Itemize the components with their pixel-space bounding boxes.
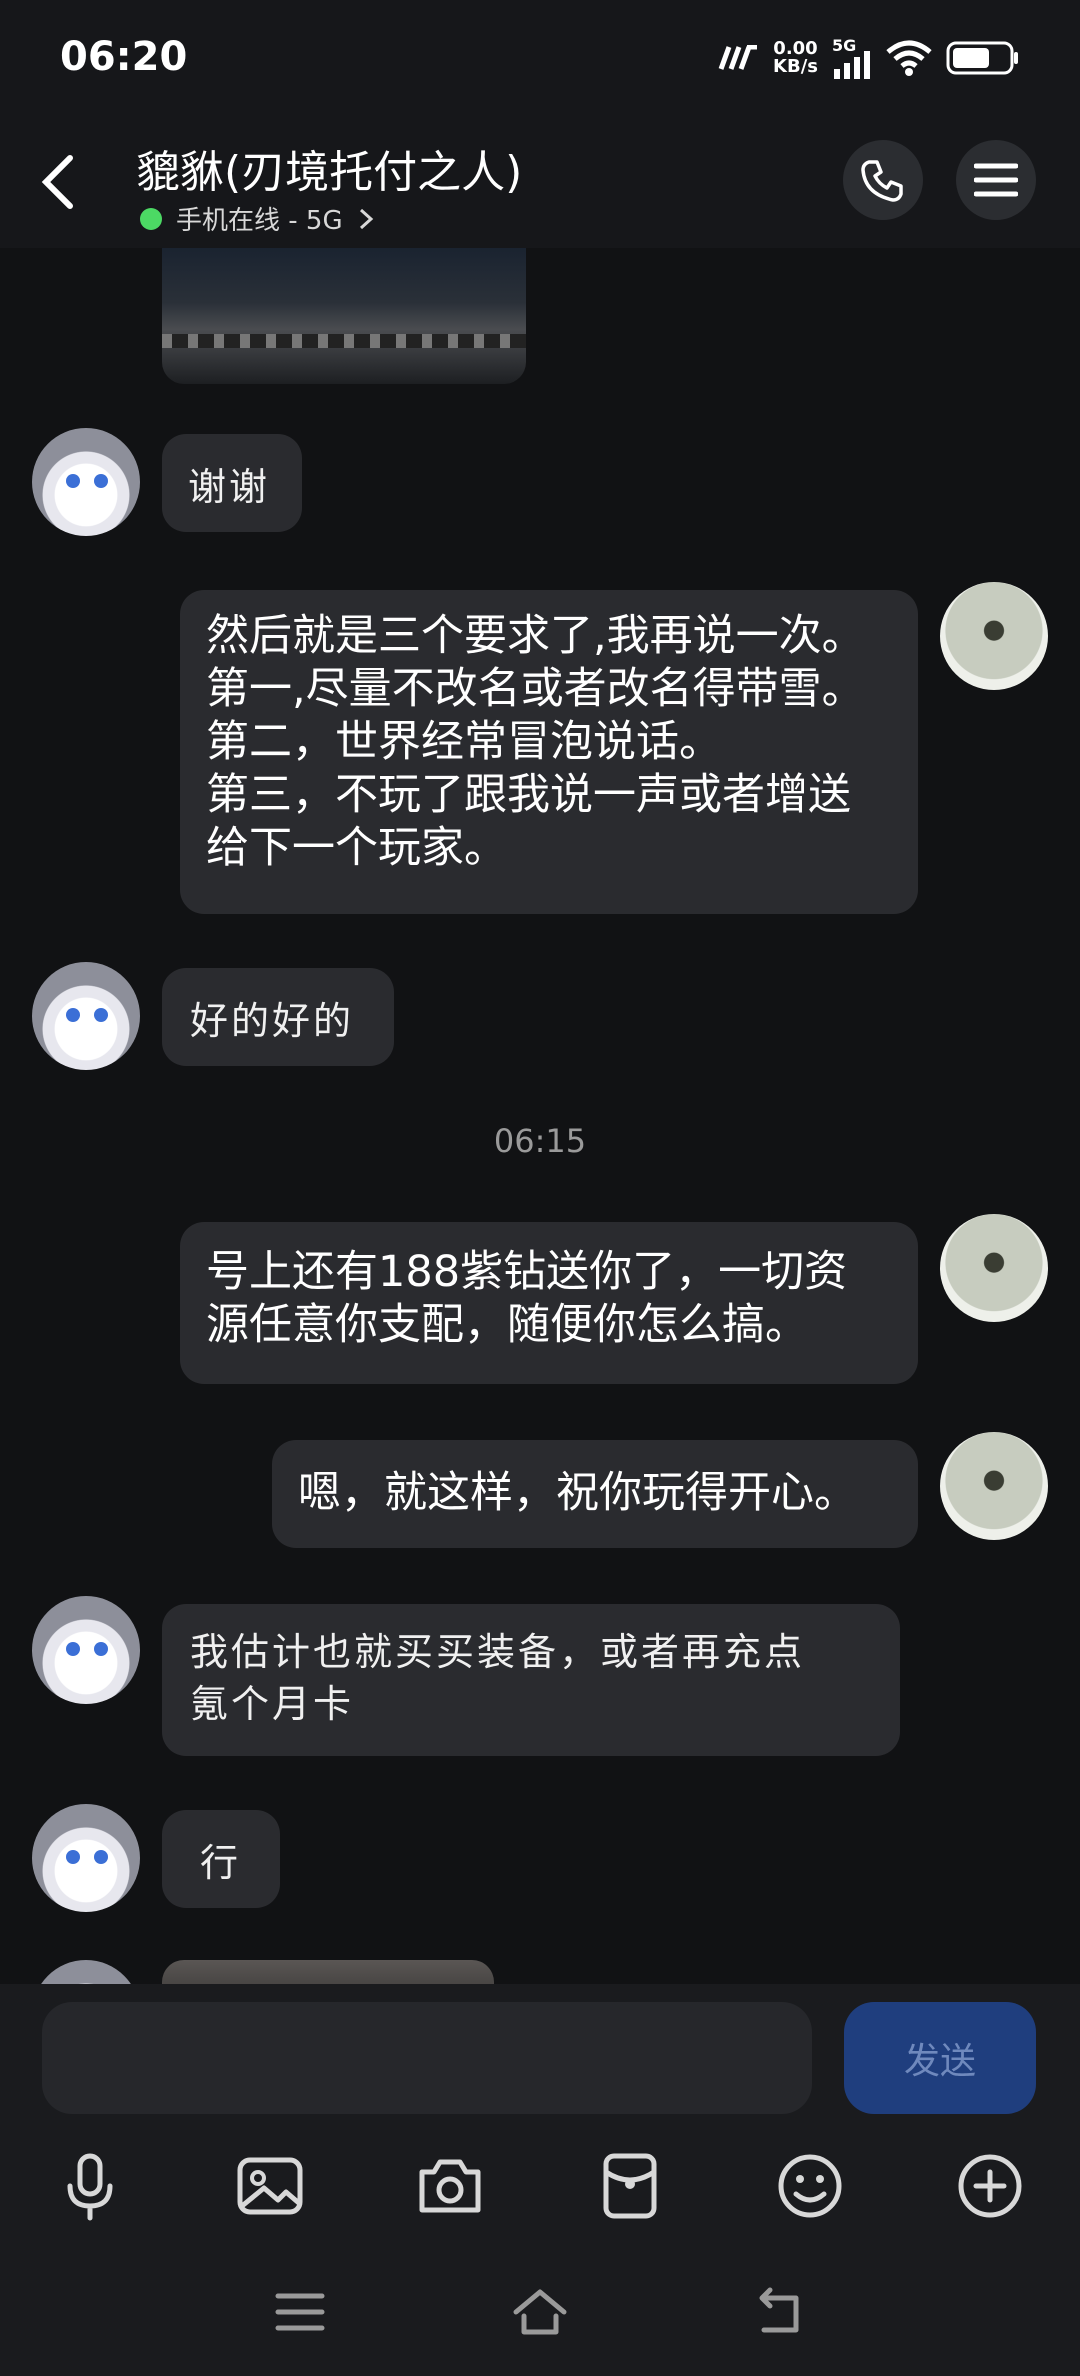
- message-line: 氪个月卡: [190, 1682, 355, 1726]
- message-line: 我估计也就买买装备，或者再充点: [190, 1630, 806, 1674]
- contact-name[interactable]: 貔貅(刃境托付之人): [136, 136, 522, 200]
- contact-avatar[interactable]: [32, 1596, 140, 1704]
- online-status[interactable]: 手机在线 - 5G: [140, 200, 375, 237]
- contact-avatar[interactable]: [32, 962, 140, 1070]
- wifi-icon: [886, 40, 932, 76]
- red-packet-icon[interactable]: [594, 2150, 666, 2222]
- image-message-partial[interactable]: [162, 1960, 494, 1984]
- nav-menu-icon[interactable]: [272, 2286, 328, 2338]
- message-bubble[interactable]: 好的好的: [162, 968, 394, 1066]
- battery-icon: [946, 41, 1018, 74]
- message-line: 然后就是三个要求了,我再说一次。: [206, 611, 865, 661]
- online-dot: [140, 207, 162, 230]
- message-input[interactable]: [42, 2002, 812, 2114]
- message-text: 行: [200, 1841, 242, 1885]
- data-indicator-icon: [718, 44, 758, 70]
- message-bubble[interactable]: 然后就是三个要求了,我再说一次。 第一,尽量不改名或者改名得带雪。 第二，世界经…: [180, 590, 918, 914]
- signal-group: 5G: [832, 36, 872, 79]
- message-bubble[interactable]: 号上还有188紫钻送你了，一切资 源任意你支配，随便你怎么搞。: [180, 1222, 918, 1384]
- online-status-text: 手机在线 - 5G: [176, 206, 343, 236]
- nav-home-icon[interactable]: [512, 2286, 568, 2338]
- signal-icon: [834, 51, 870, 79]
- image-message-partial[interactable]: [162, 248, 526, 384]
- contact-avatar[interactable]: [32, 428, 140, 536]
- network-speed-value: 0.00: [773, 37, 818, 59]
- my-avatar[interactable]: [940, 1432, 1048, 1540]
- message-bubble[interactable]: 我估计也就买买装备，或者再充点 氪个月卡: [162, 1604, 900, 1756]
- phone-icon: [861, 160, 903, 202]
- message-text: 好的好的: [190, 999, 355, 1043]
- status-icons: 0.00 KB/s 5G: [717, 36, 1020, 79]
- my-avatar[interactable]: [940, 582, 1048, 690]
- message-line: 第一,尽量不改名或者改名得带雪。: [206, 664, 865, 714]
- contact-avatar[interactable]: [32, 1804, 140, 1912]
- message-timestamp: 06:15: [493, 1122, 587, 1160]
- send-button[interactable]: 发送: [844, 2002, 1036, 2114]
- camera-icon[interactable]: [414, 2150, 486, 2222]
- image-icon[interactable]: [234, 2150, 306, 2222]
- menu-icon: [974, 163, 1018, 197]
- message-line: 源任意你支配，随便你怎么搞。: [206, 1300, 808, 1350]
- network-speed: 0.00 KB/s: [773, 37, 818, 77]
- message-line: 号上还有188紫钻送你了，一切资: [206, 1247, 848, 1297]
- status-bar: 06:20 0.00 KB/s 5G: [0, 0, 1080, 120]
- nav-back-icon[interactable]: [752, 2286, 808, 2338]
- network-speed-unit: KB/s: [773, 55, 818, 77]
- message-line: 第三，不玩了跟我说一声或者增送: [206, 770, 851, 820]
- message-text: 谢谢: [188, 465, 271, 509]
- emoji-icon[interactable]: [774, 2150, 846, 2222]
- status-time: 06:20: [60, 34, 188, 80]
- message-bubble[interactable]: 嗯，就这样，祝你玩得开心。: [272, 1440, 918, 1548]
- more-menu-button[interactable]: [956, 140, 1036, 220]
- my-avatar[interactable]: [940, 1214, 1048, 1322]
- chevron-right-icon: [359, 208, 373, 229]
- contact-avatar[interactable]: [32, 1960, 140, 1984]
- message-bubble[interactable]: 谢谢: [162, 434, 302, 532]
- message-list[interactable]: 谢谢 然后就是三个要求了,我再说一次。 第一,尽量不改名或者改名得带雪。 第二，…: [0, 248, 1080, 1984]
- plus-icon[interactable]: [954, 2150, 1026, 2222]
- message-line: 给下一个玩家。: [206, 823, 507, 873]
- call-button[interactable]: [843, 140, 923, 220]
- message-bubble[interactable]: 行: [162, 1810, 280, 1908]
- message-line: 第二，世界经常冒泡说话。: [206, 717, 722, 767]
- microphone-icon[interactable]: [54, 2150, 126, 2222]
- back-icon[interactable]: [38, 152, 78, 212]
- message-line: 嗯，就这样，祝你玩得开心。: [298, 1468, 857, 1518]
